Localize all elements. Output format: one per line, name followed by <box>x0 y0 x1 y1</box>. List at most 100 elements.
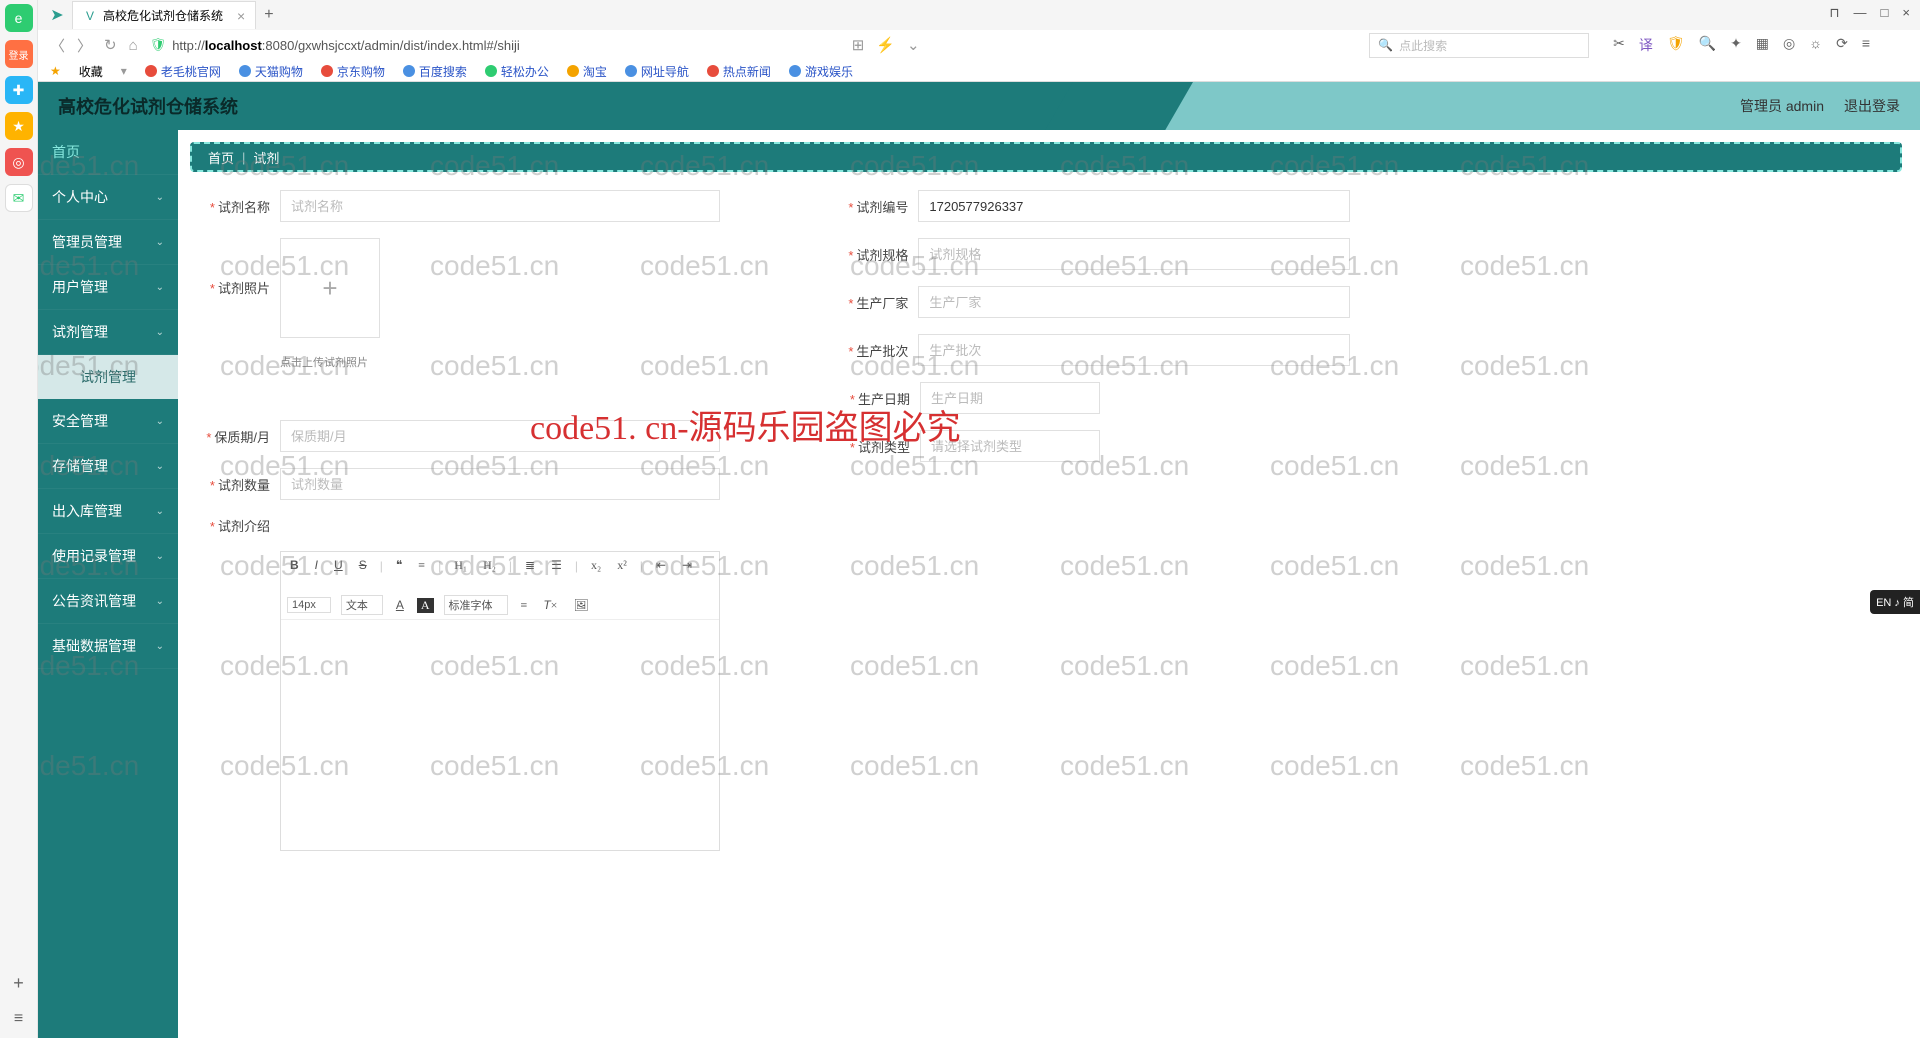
os-icon-weibo[interactable]: ◎ <box>5 148 33 176</box>
ol-icon[interactable]: ≣ <box>522 556 538 575</box>
forward-button[interactable]: 〉 <box>77 35 92 56</box>
window-maximize-icon[interactable]: □ <box>1881 5 1889 21</box>
shield2-icon[interactable]: 🛡 <box>1667 35 1685 55</box>
sidebar-item-admin[interactable]: 管理员管理⌄ <box>38 220 178 265</box>
sidebar-home[interactable]: 首页 <box>38 130 178 175</box>
breadcrumb-current: 试剂 <box>253 148 279 167</box>
sidebar-sub-reagent-mgmt[interactable]: 试剂管理 <box>38 355 178 399</box>
align-icon[interactable]: ≡ <box>518 596 531 615</box>
sidebar-item-personal[interactable]: 个人中心⌄ <box>38 175 178 220</box>
font-family-select[interactable]: 标准字体 <box>444 595 508 615</box>
reload-button[interactable]: ↻ <box>104 36 117 54</box>
input-name[interactable] <box>280 190 720 222</box>
indent-icon[interactable]: ⇤ <box>653 556 669 575</box>
refresh2-icon[interactable]: ⟳ <box>1836 35 1848 55</box>
fav-item[interactable]: 热点新闻 <box>707 63 771 80</box>
search-placeholder: 点此搜索 <box>1399 37 1447 54</box>
fav-item[interactable]: 淘宝 <box>567 63 607 80</box>
fav-item[interactable]: 游戏娱乐 <box>789 63 853 80</box>
url-box[interactable]: 🛡 http://localhost:8080/gxwhsjccxt/admin… <box>150 37 520 53</box>
puzzle-icon[interactable]: ✦ <box>1730 35 1742 55</box>
editor-body[interactable] <box>281 620 719 850</box>
sidebar-item-user[interactable]: 用户管理⌄ <box>38 265 178 310</box>
os-icon-star[interactable]: ★ <box>5 112 33 140</box>
h2-icon[interactable]: H₂ <box>480 556 499 575</box>
sidebar-item-inout[interactable]: 出入库管理⌄ <box>38 489 178 534</box>
bg-color-icon[interactable]: A <box>417 598 434 613</box>
input-batch[interactable] <box>918 334 1350 366</box>
sidebar-item-safety[interactable]: 安全管理⌄ <box>38 399 178 444</box>
bolt-icon[interactable]: ⚡ <box>876 36 895 54</box>
fav-item[interactable]: 京东购物 <box>321 63 385 80</box>
grid-icon[interactable]: ▦ <box>1756 35 1769 55</box>
font-size-select[interactable]: 14px <box>287 597 331 613</box>
logout-link[interactable]: 退出登录 <box>1844 96 1900 116</box>
scissors-icon[interactable]: ✂ <box>1613 35 1625 55</box>
select-type[interactable] <box>920 430 1100 462</box>
browser-search[interactable]: 🔍 点此搜索 <box>1369 33 1589 58</box>
upload-hint: 点击上传试剂照片 <box>280 354 820 370</box>
input-shelf[interactable] <box>280 420 720 452</box>
underline-icon[interactable]: U <box>331 556 346 575</box>
fav-item[interactable]: 天猫购物 <box>239 63 303 80</box>
home-button[interactable]: ⌂ <box>129 37 138 54</box>
ul-icon[interactable]: ☰ <box>548 556 565 575</box>
fav-item[interactable]: 老毛桃官网 <box>145 63 221 80</box>
menu-icon[interactable]: ≡ <box>1862 35 1870 55</box>
fav-item[interactable]: 网址导航 <box>625 63 689 80</box>
qr-icon[interactable]: ⊞ <box>852 36 865 54</box>
code-icon[interactable]: ≡ <box>415 556 428 575</box>
sidebar-item-reagent[interactable]: 试剂管理⌄ <box>38 310 178 355</box>
breadcrumb-home[interactable]: 首页 <box>208 148 234 167</box>
input-qty[interactable] <box>280 468 720 500</box>
input-spec[interactable] <box>918 238 1350 270</box>
input-mfr[interactable] <box>918 286 1350 318</box>
quote-icon[interactable]: ❝ <box>393 556 405 575</box>
bold-icon[interactable]: B <box>287 556 302 575</box>
editor-toolbar: B I U S | ❝ ≡ | H₁ H₂ | ≣ ☰ | x₂ <box>281 552 719 620</box>
page-header: 高校危化试剂仓储系统 管理员 admin 退出登录 <box>38 82 1920 130</box>
block-select[interactable]: 文本 <box>341 595 383 615</box>
globe-icon[interactable]: ◎ <box>1783 35 1795 55</box>
h1-icon[interactable]: H₁ <box>451 556 470 575</box>
clear-icon[interactable]: T× <box>540 596 560 615</box>
os-add-icon[interactable]: + <box>9 969 28 998</box>
sup-icon[interactable]: x² <box>614 556 630 575</box>
image-icon[interactable]: 🖼 <box>570 596 591 615</box>
sidebar-item-usage[interactable]: 使用记录管理⌄ <box>38 534 178 579</box>
font-color-icon[interactable]: A <box>393 596 407 615</box>
os-menu-icon[interactable]: ≡ <box>14 1006 23 1038</box>
browser-tab[interactable]: V 高校危化试剂仓储系统 × <box>72 1 256 29</box>
upload-box[interactable]: + <box>280 238 380 338</box>
window-minimize-icon[interactable]: — <box>1854 5 1867 21</box>
paper-plane-icon[interactable]: ➤ <box>50 8 64 22</box>
sun-icon[interactable]: ☼ <box>1809 35 1822 55</box>
italic-icon[interactable]: I <box>312 556 321 575</box>
sub-icon[interactable]: x₂ <box>588 556 604 575</box>
input-date[interactable] <box>920 382 1100 414</box>
fav-item[interactable]: 百度搜索 <box>403 63 467 80</box>
sidebar-item-basedata[interactable]: 基础数据管理⌄ <box>38 624 178 669</box>
zoom-icon[interactable]: 🔍 <box>1699 35 1716 55</box>
new-tab-button[interactable]: + <box>256 6 281 24</box>
dropdown-icon[interactable]: ⌄ <box>907 36 920 54</box>
sidebar-item-notice[interactable]: 公告资讯管理⌄ <box>38 579 178 624</box>
plus-icon: + <box>322 273 337 304</box>
back-button[interactable]: 〈 <box>50 35 65 56</box>
strike-icon[interactable]: S <box>356 556 370 575</box>
outdent-icon[interactable]: ⇥ <box>679 556 695 575</box>
tab-close-icon[interactable]: × <box>237 8 245 24</box>
os-icon-badge[interactable]: 登录 <box>5 40 33 68</box>
os-icon-mail[interactable]: ✉ <box>5 184 33 212</box>
fav-star-icon[interactable]: ★ <box>50 64 61 78</box>
window-pin-icon[interactable]: ⊓ <box>1829 5 1839 21</box>
ime-badge[interactable]: EN ♪ 简 <box>1870 590 1920 614</box>
sidebar-item-storage[interactable]: 存储管理⌄ <box>38 444 178 489</box>
user-label[interactable]: 管理员 admin <box>1740 96 1824 116</box>
window-close-icon[interactable]: × <box>1902 5 1910 21</box>
input-code[interactable] <box>918 190 1350 222</box>
os-icon-app1[interactable]: ✚ <box>5 76 33 104</box>
translate-icon[interactable]: 译 <box>1639 35 1653 55</box>
fav-item[interactable]: 轻松办公 <box>485 63 549 80</box>
os-icon-browser[interactable]: e <box>5 4 33 32</box>
